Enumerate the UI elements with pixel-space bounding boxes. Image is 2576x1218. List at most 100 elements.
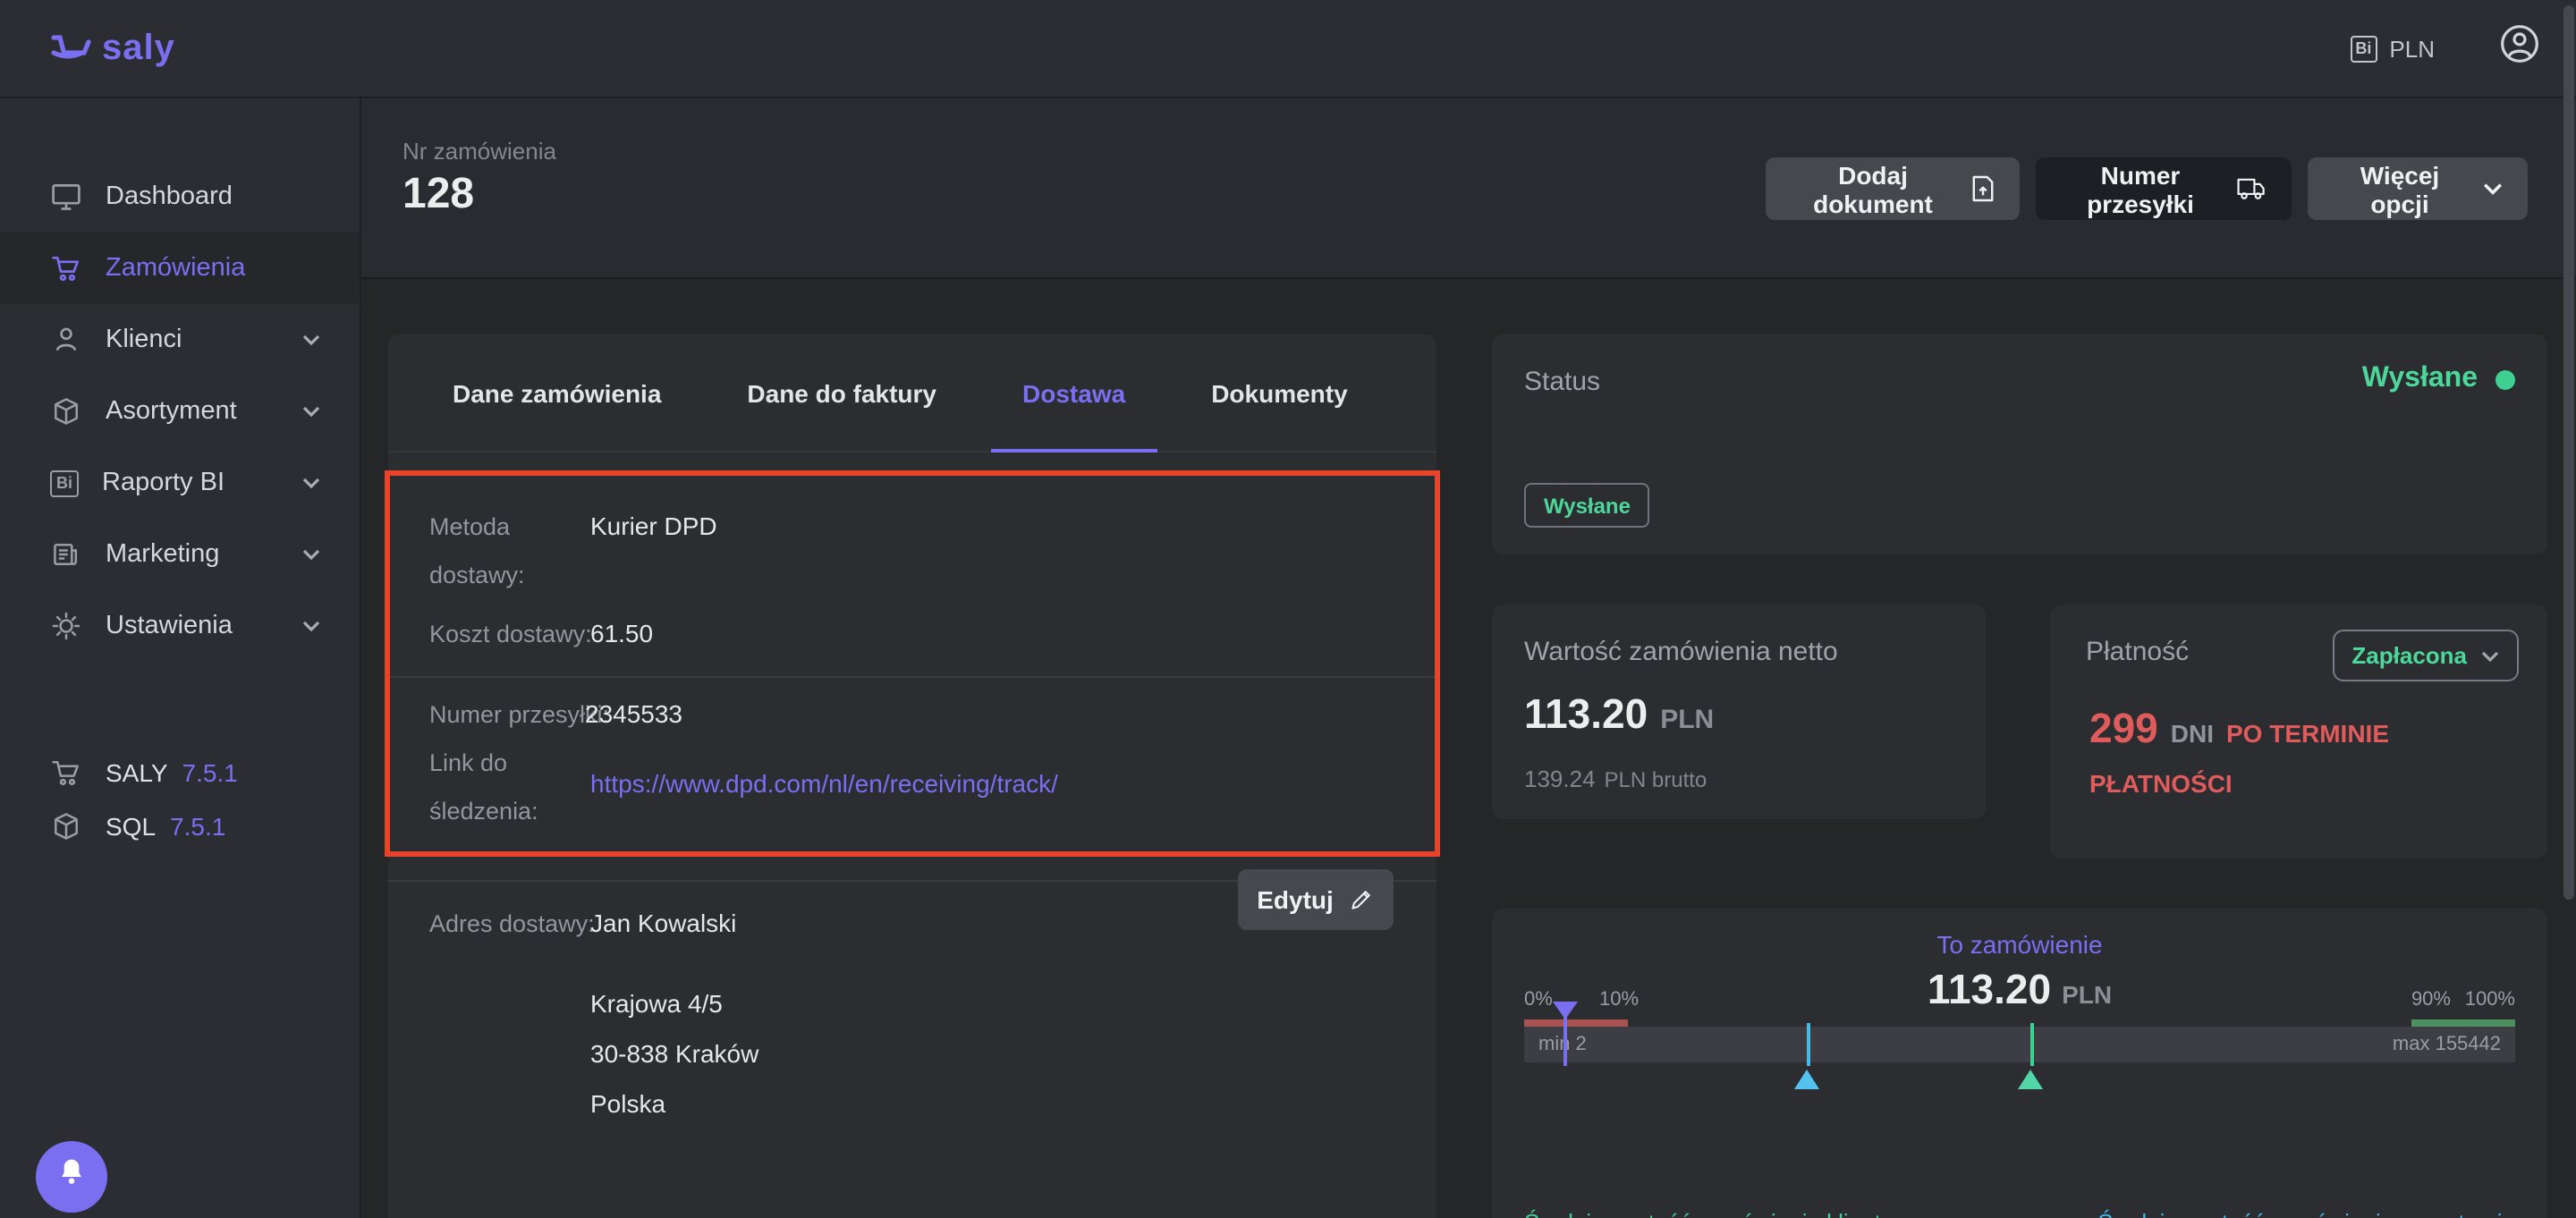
app-logo[interactable]: saly — [50, 28, 175, 69]
logo-text: saly — [102, 28, 175, 69]
order-comparison-card: To zamówienie 113.20PLN 0% 10% 90% 100% … — [1492, 909, 2547, 1218]
scale-90: 90% — [2411, 989, 2451, 1011]
topbar: saly Bi PLN — [0, 0, 2576, 98]
section-divider — [388, 676, 1436, 678]
gauge-max-label: max 155442 — [2393, 1027, 2501, 1062]
payment-status-dropdown[interactable]: Zapłacona — [2332, 630, 2519, 681]
sidebar-item-raporty-bi[interactable]: Bi Raporty BI — [0, 447, 360, 519]
bi-report-icon: Bi — [50, 469, 79, 496]
overdue-unit: DNI — [2171, 719, 2214, 748]
scale-100: 100% — [2465, 989, 2515, 1011]
percent-scale: 0% 10% 90% 100% — [1524, 989, 2515, 1014]
system-avg-marker-line — [1807, 1023, 1810, 1066]
sidebar-item-klienci[interactable]: Klienci — [0, 304, 360, 376]
sidebar-item-zamowienia[interactable]: Zamówienia — [0, 233, 360, 304]
tab-dostawa[interactable]: Dostawa — [1001, 334, 1147, 451]
status-badge-label: Wysłane — [1544, 493, 1631, 518]
chevron-down-icon — [302, 621, 320, 631]
notifications-bell-button[interactable] — [36, 1141, 107, 1213]
bi-icon: Bi — [2350, 35, 2377, 62]
system-avg-marker-icon — [1794, 1070, 1819, 1089]
sql-version-row: SQL 7.5.1 — [0, 799, 360, 853]
sidebar-item-asortyment[interactable]: Asortyment — [0, 376, 360, 447]
order-value-title: Wartość zamówienia netto — [1524, 637, 1838, 667]
chevron-down-icon — [302, 406, 320, 417]
sidebar-item-label: Klienci — [106, 326, 182, 354]
chevron-down-icon — [2483, 182, 2503, 195]
version-number: 7.5.1 — [170, 812, 225, 841]
status-card-title: Status — [1524, 367, 1600, 397]
currency-selector[interactable]: Bi PLN — [2350, 35, 2435, 62]
delivery-method-label: Metoda dostawy: — [429, 503, 590, 599]
sidebar-item-label: Raporty BI — [102, 469, 225, 497]
tab-dane-zamowienia[interactable]: Dane zamówienia — [431, 334, 682, 451]
scale-0: 0% — [1524, 989, 1553, 1011]
chevron-down-icon — [302, 334, 320, 345]
gross-suffix: PLN brutto — [1605, 767, 1707, 792]
delivery-method-value: Kurier DPD — [590, 503, 717, 551]
overdue-text: PO TERMINIE — [2226, 719, 2389, 748]
client-avg-marker-icon — [2017, 1070, 2042, 1089]
monitor-icon — [50, 181, 82, 213]
system-avg-label: Średnia wartość zamówienia w systemie — [2097, 1209, 2515, 1218]
this-order-label: To zamówienie — [1492, 930, 2547, 959]
more-options-label: Więcej opcji — [2333, 160, 2467, 217]
address-street: Krajowa 4/5 — [590, 980, 723, 1028]
add-document-button[interactable]: Dodaj dokument — [1766, 157, 2020, 220]
gauge-min-label: min 2 — [1538, 1027, 1587, 1062]
saly-version-row: SALY 7.5.1 — [0, 746, 360, 799]
shipping-address-label: Adres dostawy: — [429, 900, 595, 948]
gear-icon — [50, 610, 82, 642]
tracking-number-label: Numer przesyłki: — [429, 690, 609, 739]
vertical-scrollbar-thumb[interactable] — [2563, 5, 2574, 900]
tab-dane-do-faktury[interactable]: Dane do faktury — [725, 334, 958, 451]
version-name: SQL — [106, 812, 156, 841]
overdue-days: 299 — [2089, 705, 2158, 753]
newspaper-icon — [50, 538, 82, 571]
truck-icon — [2236, 177, 2267, 200]
status-card: Status Wysłane Wysłane — [1492, 334, 2547, 554]
overdue-line-2: PŁATNOŚCI — [2089, 769, 2233, 798]
average-labels-row: Średnia wartość zamówienia klienta Średn… — [1524, 1209, 2515, 1218]
address-city: 30-838 Kraków — [590, 1030, 758, 1078]
sidebar-item-ustawienia[interactable]: Ustawienia — [0, 590, 360, 662]
order-details-card: Dane zamówienia Dane do faktury Dostawa … — [388, 334, 1436, 1218]
tab-dokumenty[interactable]: Dokumenty — [1190, 334, 1368, 451]
cart-icon — [50, 252, 82, 284]
sidebar-item-label: Zamówienia — [106, 254, 245, 283]
status-value: Wysłane — [2362, 363, 2478, 395]
status-badge[interactable]: Wysłane — [1524, 483, 1650, 528]
address-name: Jan Kowalski — [590, 900, 736, 948]
client-avg-marker-line — [2029, 1023, 2033, 1066]
payment-status-value: Zapłacona — [2351, 642, 2467, 669]
cube-icon — [50, 810, 82, 842]
sidebar-item-dashboard[interactable]: Dashboard — [0, 161, 360, 233]
main-area: Nr zamówienia 128 Dodaj dokument Numer p… — [361, 98, 2576, 1218]
tracking-link-url[interactable]: https://www.dpd.com/nl/en/receiving/trac… — [590, 769, 1058, 798]
edit-address-button[interactable]: Edytuj — [1238, 869, 1394, 930]
tracking-link-label: Link do śledzenia: — [429, 739, 558, 835]
address-country: Polska — [590, 1080, 665, 1129]
sidebar-item-marketing[interactable]: Marketing — [0, 519, 360, 590]
payment-card: Płatność Zapłacona 299 DNI PO TERMINIE P… — [2050, 605, 2547, 859]
user-avatar-button[interactable] — [2499, 23, 2540, 73]
sidebar-item-label: Dashboard — [106, 182, 233, 211]
order-number-value: 128 — [402, 170, 474, 220]
chevron-down-icon — [2481, 650, 2499, 661]
add-document-label: Dodaj dokument — [1791, 160, 1955, 217]
tracking-number-value: 2345533 — [585, 690, 682, 739]
shipping-number-button[interactable]: Numer przesyłki — [2036, 157, 2292, 220]
more-options-button[interactable]: Więcej opcji — [2308, 157, 2528, 220]
version-name: SALY — [106, 758, 168, 787]
tab-label: Dane zamówienia — [453, 378, 661, 407]
edit-label: Edytuj — [1257, 885, 1334, 914]
app-root: saly Bi PLN — [0, 0, 2576, 1218]
status-indicator: Wysłane — [2362, 363, 2515, 395]
box-icon — [50, 395, 82, 427]
pencil-icon — [1350, 887, 1375, 912]
tracking-link[interactable]: https://www.dpd.com/nl/en/receiving/trac… — [590, 760, 1058, 808]
cart-icon — [50, 757, 82, 789]
delivery-cost-label: Koszt dostawy: — [429, 610, 592, 658]
this-order-marker-line — [1563, 1005, 1566, 1066]
header-actions: Dodaj dokument Numer przesyłki — [1766, 157, 2528, 220]
